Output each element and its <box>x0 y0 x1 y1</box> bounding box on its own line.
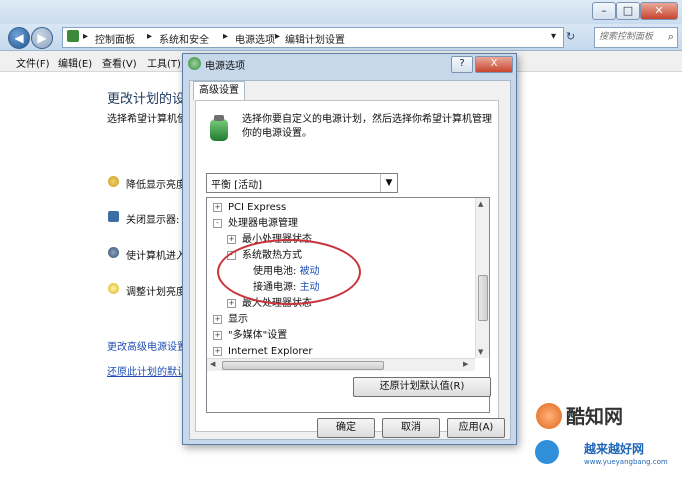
watermark-site-url: www.yueyangbang.com <box>584 458 668 466</box>
maximize-button[interactable]: □ <box>616 2 640 20</box>
menu-file[interactable]: 文件(F) <box>16 55 50 70</box>
brightness-low-icon <box>108 176 119 187</box>
setting-sleep: 使计算机进入 <box>126 251 186 262</box>
plan-dropdown[interactable]: 平衡 [活动] ▼ <box>206 173 398 193</box>
scroll-left-icon[interactable]: ◀ <box>210 360 215 368</box>
back-button[interactable]: ◀ <box>8 27 30 49</box>
scroll-up-icon[interactable]: ▲ <box>478 200 483 208</box>
close-button[interactable]: ✕ <box>640 2 678 20</box>
tree-item-internet-explorer[interactable]: + Internet Explorer <box>213 344 313 359</box>
dialog-titlebar: 电源选项 ? X <box>183 54 516 74</box>
expand-icon[interactable]: + <box>213 346 222 356</box>
menu-tools[interactable]: 工具(T) <box>147 55 181 70</box>
forward-button[interactable]: ▶ <box>31 27 53 49</box>
sleep-icon <box>108 247 119 258</box>
help-button[interactable]: ? <box>451 56 473 73</box>
power-options-dialog: 电源选项 ? X 高级设置 选择你要自定义的电源计划，然后选择你希望计算机管理 … <box>182 53 517 445</box>
refresh-icon[interactable]: ↻ <box>566 30 575 43</box>
address-dropdown-icon[interactable]: ▾ <box>551 31 556 42</box>
tree-item-processor-power[interactable]: - 处理器电源管理 <box>213 216 298 231</box>
description-line-1: 选择你要自定义的电源计划，然后选择你希望计算机管理 <box>242 114 492 125</box>
setting-adjust-brightness: 调整计划亮度 <box>126 287 186 298</box>
minimize-button[interactable]: – <box>592 2 616 20</box>
address-bar[interactable]: ▸ 控制面板 ▸ 系统和安全 ▸ 电源选项 ▸ 编辑计划设置 ▾ <box>62 27 564 48</box>
search-box[interactable]: ⌕ <box>594 27 678 48</box>
chevron-down-icon[interactable]: ▼ <box>380 174 397 192</box>
breadcrumb-power-options[interactable]: 电源选项 <box>235 31 275 46</box>
hscroll-thumb[interactable] <box>222 361 384 370</box>
collapse-icon[interactable]: - <box>213 218 222 228</box>
ok-button[interactable]: 确定 <box>317 418 375 438</box>
expand-icon[interactable]: + <box>227 234 236 244</box>
window-titlebar: – □ ✕ <box>0 0 682 24</box>
tab-advanced-settings[interactable]: 高级设置 <box>193 81 245 100</box>
expand-icon[interactable]: + <box>213 202 222 212</box>
display-icon <box>108 211 119 222</box>
page-subtitle: 选择希望计算机使 <box>107 114 187 125</box>
watermark-site-cn: 越来越好网 <box>584 442 645 456</box>
annotation-ellipse <box>217 239 361 305</box>
search-icon[interactable]: ⌕ <box>668 30 674 44</box>
watermark-logo-icon <box>536 403 562 429</box>
breadcrumb-system-security[interactable]: 系统和安全 <box>159 31 209 46</box>
dialog-description: 选择你要自定义的电源计划，然后选择你希望计算机管理 你的电源设置。 <box>242 113 492 141</box>
description-line-2: 你的电源设置。 <box>242 128 312 139</box>
navigation-bar: ◀ ▶ ▸ 控制面板 ▸ 系统和安全 ▸ 电源选项 ▸ 编辑计划设置 ▾ ↻ ⌕ <box>0 24 682 51</box>
battery-plug-icon <box>208 115 230 141</box>
scroll-down-icon[interactable]: ▼ <box>478 348 483 356</box>
tree-item-multimedia[interactable]: + "多媒体"设置 <box>213 328 287 343</box>
search-input[interactable] <box>595 28 663 45</box>
tree-horizontal-scrollbar[interactable]: ◀ ▶ <box>207 358 475 371</box>
tree-vertical-scrollbar[interactable]: ▲ ▼ <box>475 198 489 358</box>
apply-button[interactable]: 应用(A) <box>447 418 505 438</box>
scroll-thumb[interactable] <box>478 275 488 321</box>
plan-dropdown-value: 平衡 [活动] <box>211 180 262 191</box>
tree-item-display[interactable]: + 显示 <box>213 312 248 327</box>
dialog-title: 电源选项 <box>205 61 245 72</box>
menu-view[interactable]: 查看(V) <box>102 55 137 70</box>
watermark-wifi-icon <box>535 440 559 464</box>
watermark-brand: 酷知网 <box>566 406 624 428</box>
breadcrumb-edit-plan[interactable]: 编辑计划设置 <box>285 31 345 46</box>
expand-icon[interactable]: + <box>213 314 222 324</box>
setting-dim-display: 降低显示亮度 <box>126 180 186 191</box>
power-options-icon <box>188 57 201 70</box>
setting-turn-off-display: 关闭显示器: <box>126 215 180 226</box>
page-title: 更改计划的设 <box>107 92 186 107</box>
breadcrumb-control-panel[interactable]: 控制面板 <box>95 31 135 46</box>
tree-item-pci-express[interactable]: + PCI Express <box>213 200 286 215</box>
cancel-button[interactable]: 取消 <box>382 418 440 438</box>
dialog-close-button[interactable]: X <box>475 56 513 73</box>
menu-edit[interactable]: 编辑(E) <box>58 55 92 70</box>
advanced-settings-link[interactable]: 更改高级电源设置 <box>107 338 187 353</box>
control-panel-icon <box>67 30 79 42</box>
brightness-adjust-icon <box>108 283 119 294</box>
expand-icon[interactable]: + <box>213 330 222 340</box>
restore-defaults-link[interactable]: 还原此计划的默认 <box>107 363 187 378</box>
expand-icon[interactable]: + <box>227 298 236 308</box>
scroll-right-icon[interactable]: ▶ <box>463 360 468 368</box>
restore-plan-defaults-button[interactable]: 还原计划默认值(R) <box>353 377 491 397</box>
